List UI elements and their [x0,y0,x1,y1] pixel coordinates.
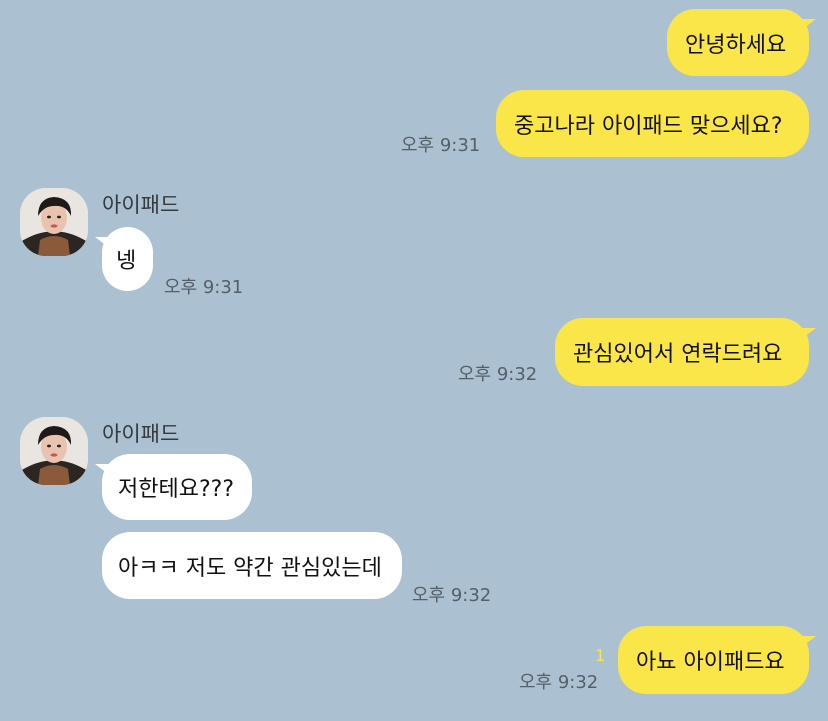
unread-count: 1 [595,646,606,665]
sender-name: 아이패드 [102,422,180,446]
message-text: 넹 [116,249,137,274]
avatar-photo-icon [20,417,88,485]
message-text: 저한테요??? [118,477,234,502]
my-message-bubble[interactable]: 아뇨 아이패드요 [618,626,816,694]
message-text: 아ㅋㅋ 저도 약간 관심있는데 [118,555,382,581]
my-message-bubble[interactable]: 중고나라 아이패드 맞으세요? [496,90,809,157]
message-timestamp: 오후 9:31 [401,135,481,156]
message-timestamp: 오후 9:32 [519,672,599,693]
other-message-bubble[interactable]: 아ㅋㅋ 저도 약간 관심있는데 [102,532,402,599]
message-text: 중고나라 아이패드 맞으세요? [514,113,783,139]
my-message-bubble[interactable]: 관심있어서 연락드려요 [555,318,816,386]
chat-room[interactable]: 안녕하세요 오후 9:31 중고나라 아이패드 맞으세요? 아이패드 넹 오후 … [0,0,828,721]
sender-avatar[interactable] [20,417,88,485]
sender-name: 아이패드 [102,193,180,217]
sender-avatar[interactable] [20,188,88,256]
other-message-bubble[interactable]: 넹 [95,227,153,291]
message-timestamp: 오후 9:32 [458,364,538,385]
my-message-bubble[interactable]: 안녕하세요 [667,9,816,76]
message-text: 아뇨 아이패드요 [636,650,785,675]
message-timestamp: 오후 9:31 [164,277,244,298]
message-text: 관심있어서 연락드려요 [573,342,783,367]
message-timestamp: 오후 9:32 [412,585,492,606]
avatar-photo-icon [20,188,88,256]
message-text: 안녕하세요 [685,32,787,58]
other-message-bubble[interactable]: 저한테요??? [95,454,252,520]
